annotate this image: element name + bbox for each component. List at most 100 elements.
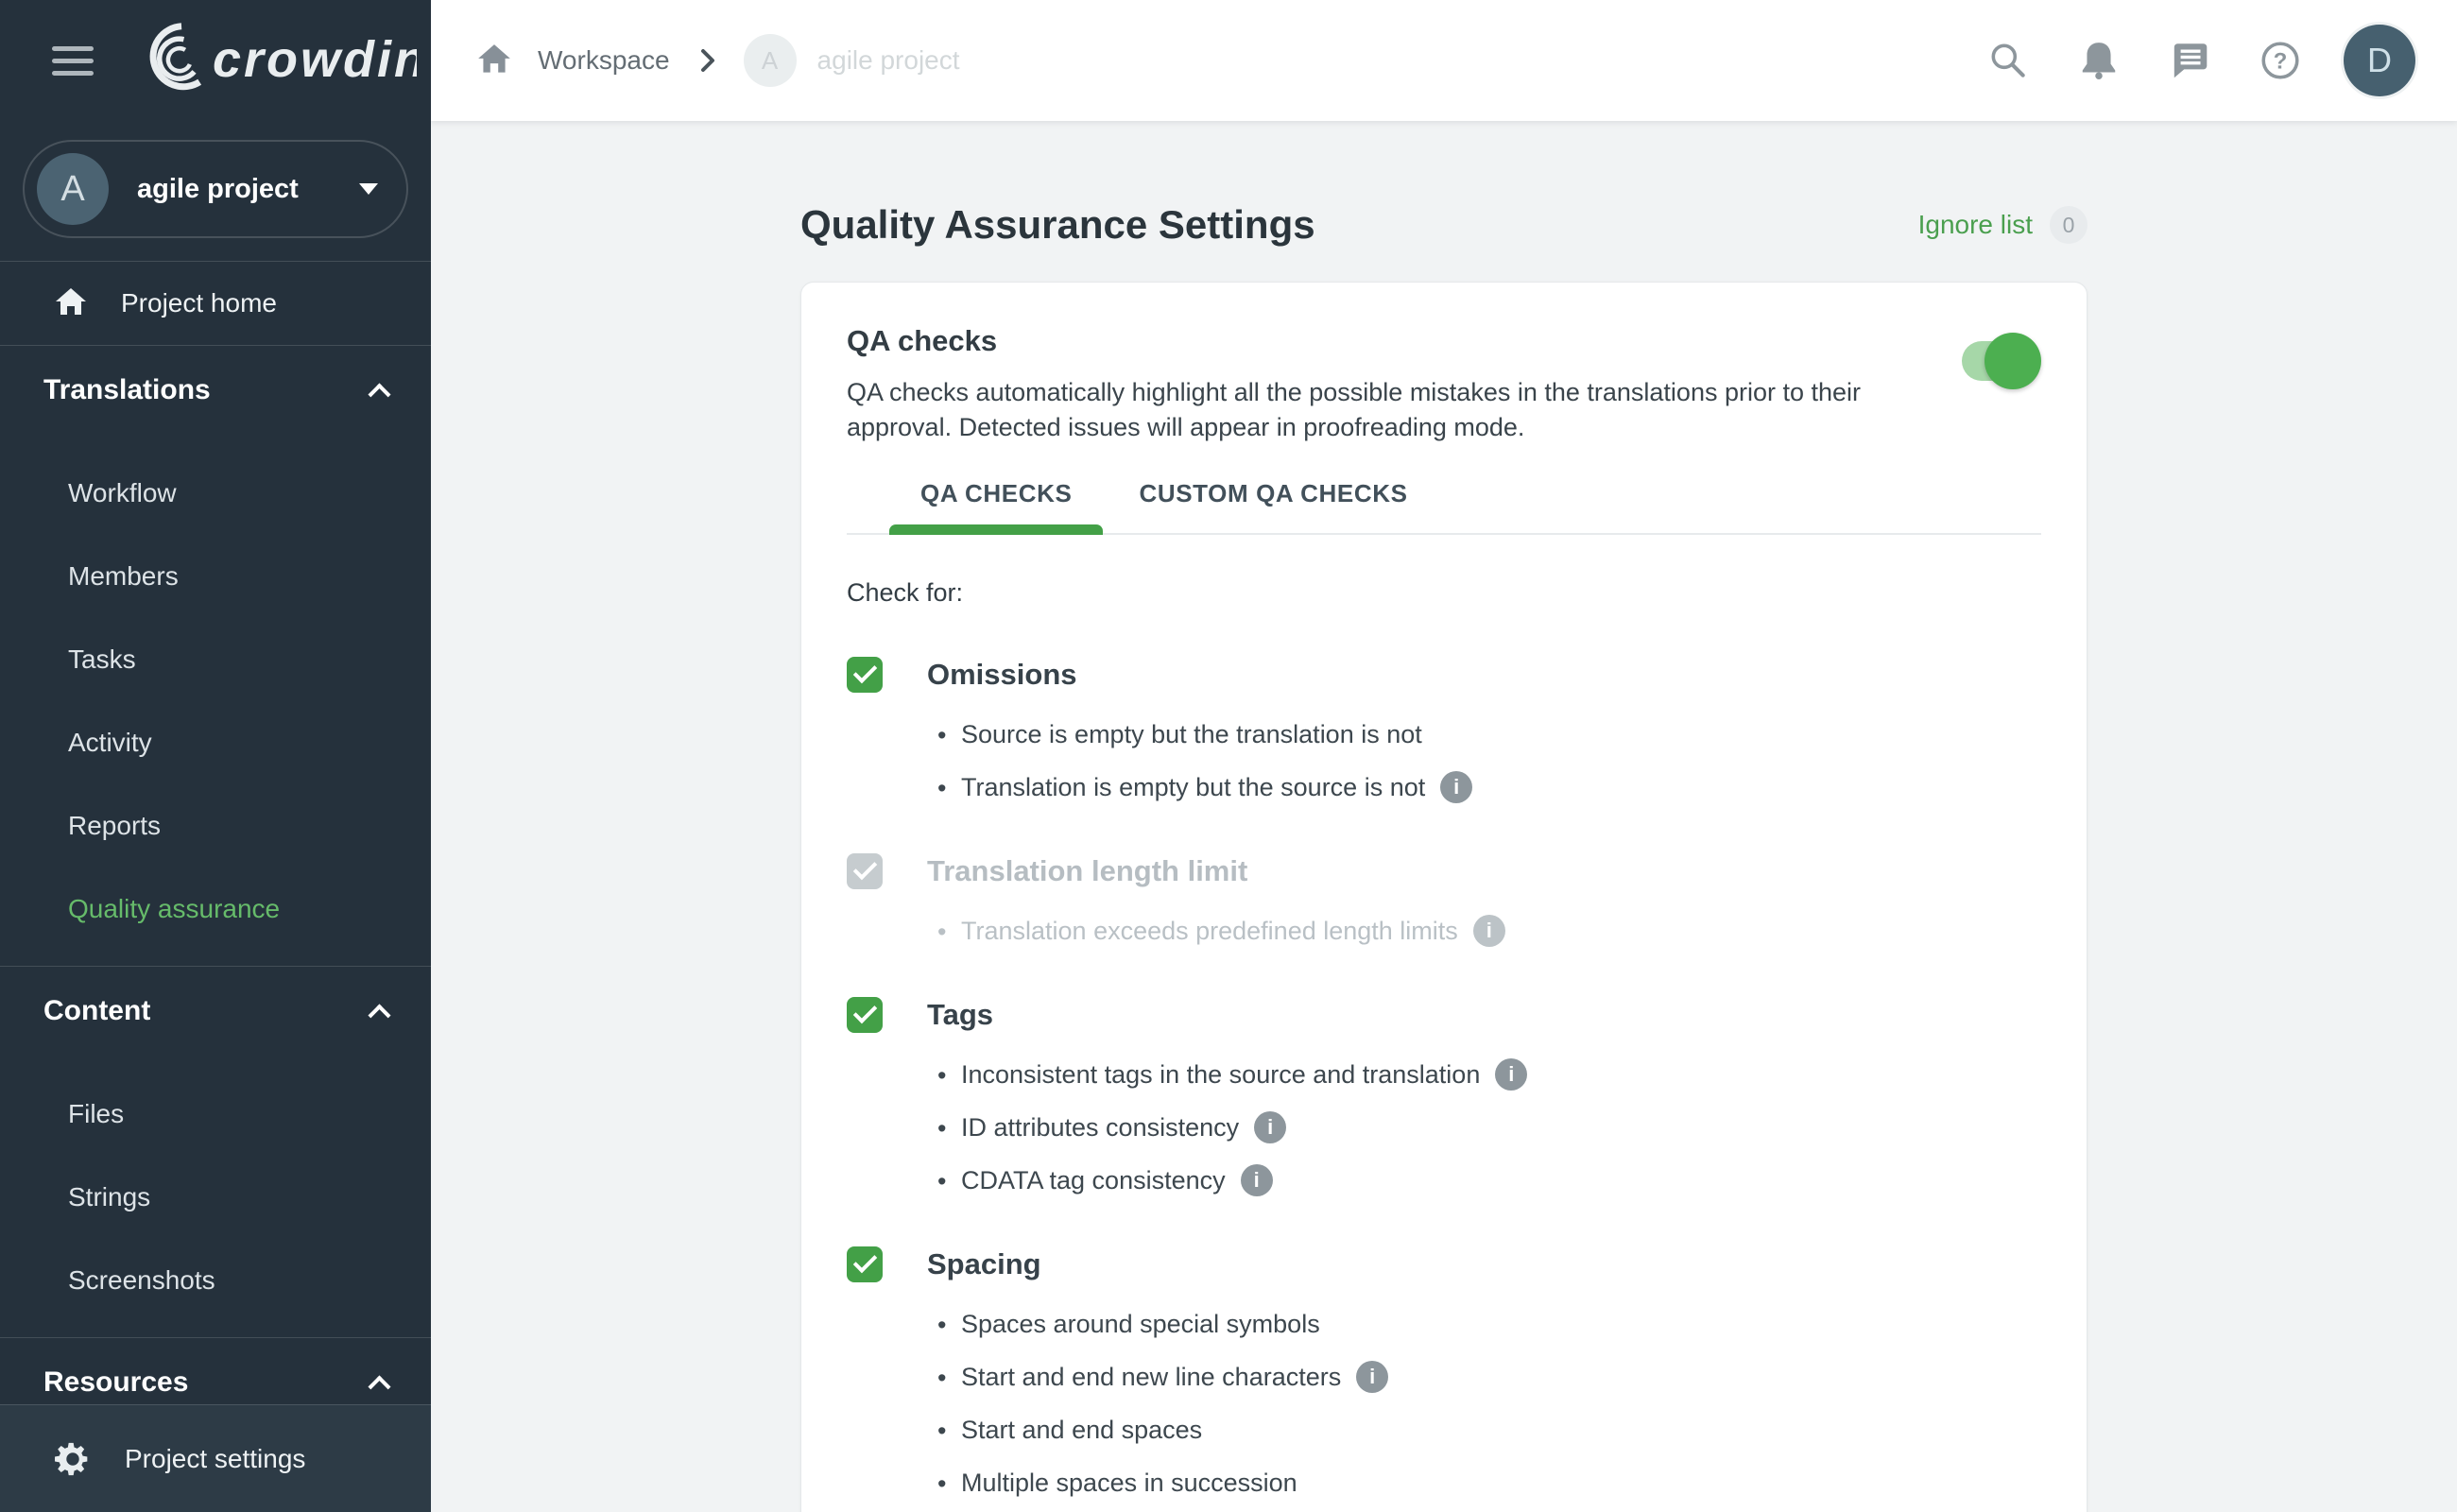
chevron-up-icon <box>368 383 390 405</box>
info-icon[interactable] <box>1473 915 1505 947</box>
sidebar-item-project-home[interactable]: Project home <box>0 262 431 345</box>
chevron-down-icon <box>359 183 378 195</box>
breadcrumb: Workspace A agile project <box>475 34 960 87</box>
logo-text: crowdin <box>213 31 417 88</box>
section-title: Translations <box>43 374 211 406</box>
sidebar-item-label: Project home <box>121 288 277 318</box>
toggle-knob <box>1984 333 2041 389</box>
breadcrumb-project-avatar: A <box>744 34 797 87</box>
checkbox-row-spacing[interactable]: Spacing <box>847 1246 2041 1282</box>
sidebar-item-project-settings[interactable]: Project settings <box>0 1404 431 1512</box>
qa-settings-card: QA checks QA checks automatically highli… <box>800 282 2088 1512</box>
sidebar-item-quality-assurance[interactable]: Quality assurance <box>0 868 431 951</box>
svg-text:?: ? <box>2274 48 2288 74</box>
check-group-label: Tags <box>927 998 993 1032</box>
ignore-list-count-badge: 0 <box>2050 206 2088 244</box>
sidebar-item-workflow[interactable]: Workflow <box>0 452 431 535</box>
chevron-up-icon <box>368 1375 390 1398</box>
sidebar-item-tasks[interactable]: Tasks <box>0 618 431 701</box>
check-group-spacing: Spacing Spaces around special symbols St… <box>847 1246 2041 1512</box>
check-item-text: Translation exceeds predefined length li… <box>961 914 1458 948</box>
breadcrumb-project: agile project <box>817 45 960 76</box>
check-item-text: Inconsistent tags in the source and tran… <box>961 1057 1480 1091</box>
section-title: Resources <box>43 1366 188 1399</box>
page-title: Quality Assurance Settings <box>800 202 1315 248</box>
check-item-text: Source is empty but the translation is n… <box>961 717 1422 751</box>
content-nav-list: Files Strings Screenshots <box>0 1073 431 1322</box>
check-item-text: ID attributes consistency <box>961 1110 1239 1144</box>
info-icon[interactable] <box>1495 1058 1527 1091</box>
check-item-text: Spaces around special symbols <box>961 1307 1320 1341</box>
help-icon[interactable]: ? <box>2259 39 2302 82</box>
qa-checks-description: QA checks automatically highlight all th… <box>847 375 1886 445</box>
ignore-list-label[interactable]: Ignore list <box>1918 210 2033 240</box>
checkbox-row-translation-length-limit[interactable]: Translation length limit <box>847 853 2041 889</box>
sidebar-section-content[interactable]: Content <box>0 976 431 1046</box>
home-icon <box>53 285 89 321</box>
check-item: Start and end spaces <box>937 1413 2041 1447</box>
sidebar-item-members[interactable]: Members <box>0 535 431 618</box>
check-group-omissions: Omissions Source is empty but the transl… <box>847 657 2041 804</box>
sidebar-item-strings[interactable]: Strings <box>0 1156 431 1239</box>
sidebar-header: crowdin <box>0 0 431 121</box>
check-item-text: Multiple spaces in succession <box>961 1466 1297 1500</box>
tab-qa-checks[interactable]: QA CHECKS <box>889 479 1103 533</box>
info-icon[interactable] <box>1440 771 1472 803</box>
check-item-text: Translation is empty but the source is n… <box>961 770 1425 804</box>
qa-checks-toggle[interactable] <box>1962 341 2037 381</box>
tab-custom-qa-checks[interactable]: CUSTOM QA CHECKS <box>1108 479 1438 533</box>
chevron-up-icon <box>368 1004 390 1026</box>
breadcrumb-workspace[interactable]: Workspace <box>538 45 670 76</box>
check-item: Start and end new line characters <box>937 1360 2041 1394</box>
sidebar-item-screenshots[interactable]: Screenshots <box>0 1239 431 1322</box>
bell-icon[interactable] <box>2077 39 2121 82</box>
qa-tabs: QA CHECKS CUSTOM QA CHECKS <box>847 479 2041 535</box>
check-item-text: CDATA tag consistency <box>961 1163 1226 1197</box>
topbar-actions: ? D <box>1939 25 2415 96</box>
divider <box>0 1337 431 1338</box>
check-group-tags: Tags Inconsistent tags in the source and… <box>847 997 2041 1197</box>
check-item: CDATA tag consistency <box>937 1163 2041 1197</box>
check-group-label: Omissions <box>927 658 1077 692</box>
home-icon[interactable] <box>475 42 513 79</box>
user-avatar[interactable]: D <box>2344 25 2415 96</box>
info-icon[interactable] <box>1356 1361 1388 1393</box>
check-item: Translation exceeds predefined length li… <box>937 914 2041 948</box>
checkbox-row-tags[interactable]: Tags <box>847 997 2041 1033</box>
topbar: Workspace A agile project <box>431 0 2457 121</box>
checkbox-checked-disabled-icon[interactable] <box>847 853 883 889</box>
check-group-label: Translation length limit <box>927 854 1247 888</box>
checkbox-checked-icon[interactable] <box>847 1246 883 1282</box>
check-group-label: Spacing <box>927 1247 1041 1281</box>
hamburger-menu-icon[interactable] <box>52 39 94 83</box>
translations-nav-list: Workflow Members Tasks Activity Reports … <box>0 452 431 951</box>
info-icon[interactable] <box>1241 1164 1273 1196</box>
chevron-right-icon <box>691 44 723 77</box>
chat-icon[interactable] <box>2168 39 2211 82</box>
check-for-label: Check for: <box>847 578 2041 608</box>
crowdin-logo: crowdin <box>133 20 417 102</box>
checkbox-checked-icon[interactable] <box>847 657 883 693</box>
info-icon[interactable] <box>1254 1111 1286 1143</box>
gear-icon <box>51 1437 94 1481</box>
ignore-list-link[interactable]: Ignore list 0 <box>1918 206 2088 244</box>
qa-checks-heading: QA checks <box>847 324 2041 358</box>
search-icon[interactable] <box>1986 39 2030 82</box>
check-item: Translation is empty but the source is n… <box>937 770 2041 804</box>
sidebar-item-activity[interactable]: Activity <box>0 701 431 784</box>
main-content: Quality Assurance Settings Ignore list 0… <box>431 121 2457 1512</box>
sidebar-section-translations[interactable]: Translations <box>0 355 431 425</box>
checkbox-checked-icon[interactable] <box>847 997 883 1033</box>
divider <box>0 345 431 346</box>
project-selector[interactable]: A agile project <box>23 140 408 238</box>
check-item: Source is empty but the translation is n… <box>937 717 2041 751</box>
divider <box>0 966 431 967</box>
checkbox-row-omissions[interactable]: Omissions <box>847 657 2041 693</box>
sidebar-item-reports[interactable]: Reports <box>0 784 431 868</box>
check-item: Multiple spaces in succession <box>937 1466 2041 1500</box>
check-item: Inconsistent tags in the source and tran… <box>937 1057 2041 1091</box>
sidebar: crowdin A agile project Project home Tra… <box>0 0 431 1512</box>
project-name: agile project <box>137 174 359 205</box>
check-item: Spaces around special symbols <box>937 1307 2041 1341</box>
sidebar-item-files[interactable]: Files <box>0 1073 431 1156</box>
